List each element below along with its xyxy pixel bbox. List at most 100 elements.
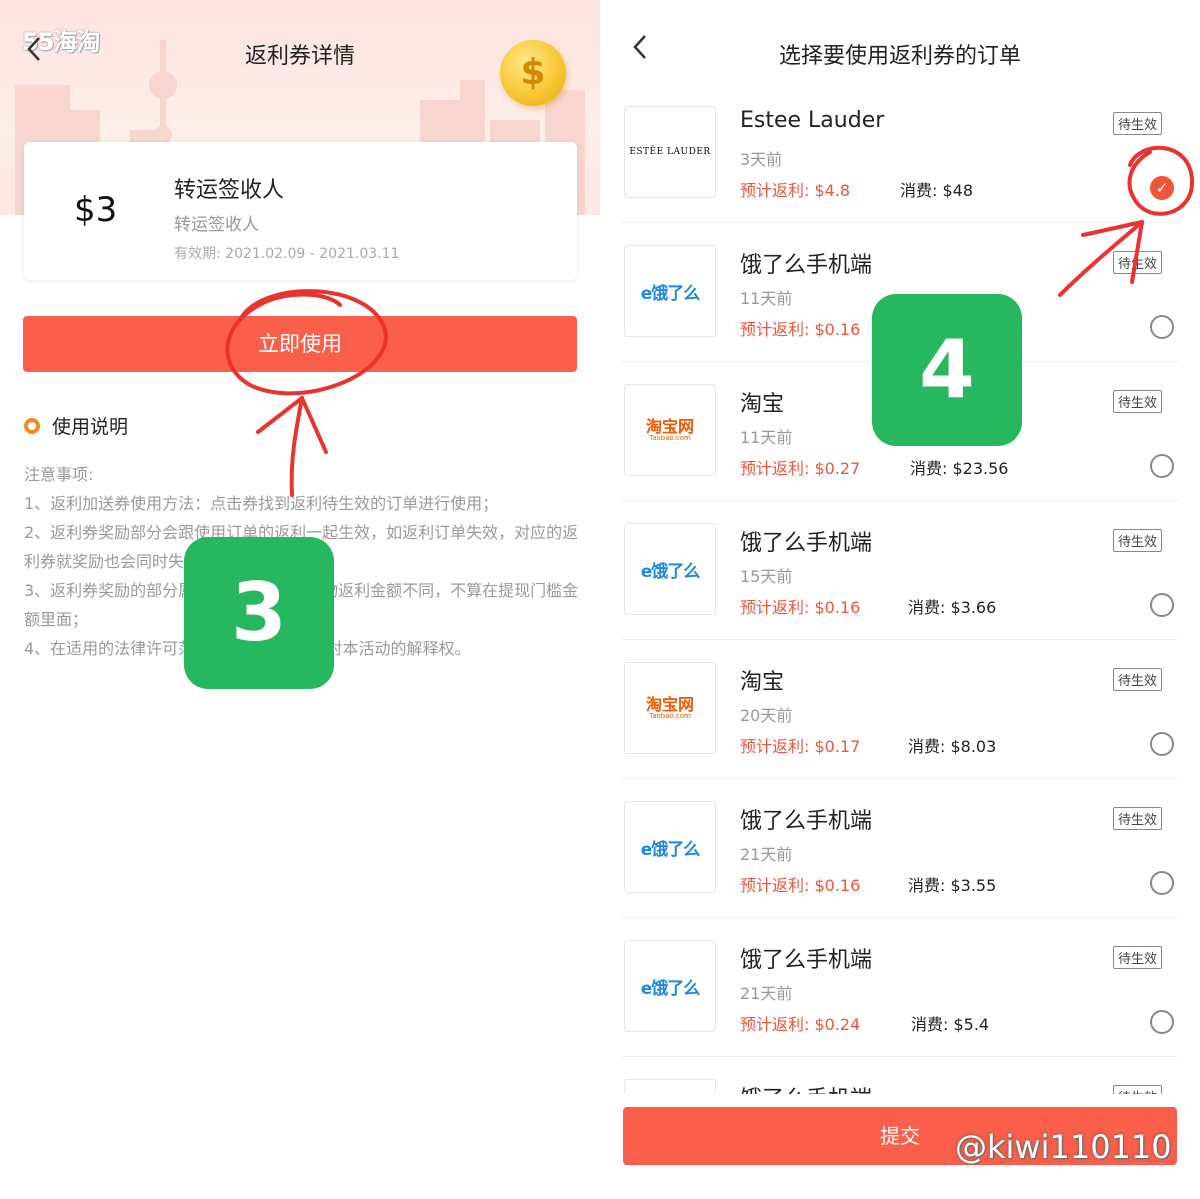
status-badge: 待生效 <box>1112 529 1162 552</box>
order-time: 21天前 <box>740 984 793 1003</box>
status-badge: 待生效 <box>1112 668 1162 691</box>
use-now-button[interactable]: 立即使用 <box>23 316 577 372</box>
coupon-subtitle: 转运签收人 <box>174 215 259 235</box>
eleme-logo: e饿了么 <box>640 978 701 999</box>
expected-rebate: 预计返利: $4.8 <box>740 177 850 201</box>
spend-value: $3.55 <box>950 876 997 895</box>
merchant-logo-thumb: e饿了么 <box>624 245 716 337</box>
rebate-value: $0.16 <box>814 320 861 339</box>
step-number-badge: 4 <box>872 294 1022 446</box>
order-list: ESTĒE LAUDER Estee Lauder 3天前预计返利: $4.8 消费:… <box>600 84 1200 1094</box>
taobao-logo: 淘宝网 Taobao.com <box>645 416 694 442</box>
merchant-logo-thumb: e饿了么 <box>624 523 716 615</box>
eleme-logo: e饿了么 <box>640 561 701 582</box>
order-row[interactable]: e饿了么 饿了么手机端 21天前 预计返利: $0.16 消费: $3.55 待生效 <box>622 779 1178 918</box>
select-order-screen: 选择要使用返利券的订单 ESTĒE LAUDER Estee Lauder 3天前预… <box>600 0 1200 1199</box>
expected-rebate: 预计返利: $0.27 <box>740 455 860 479</box>
unselected-radio[interactable] <box>1150 454 1174 478</box>
spend-label: 消费: <box>908 876 951 895</box>
coupon-amount: $3 <box>74 190 118 230</box>
status-badge: 待生效 <box>1112 251 1162 274</box>
merchant-name: 淘宝 <box>740 392 785 417</box>
check-icon: ✓ <box>1155 179 1169 197</box>
rebate-value: $4.8 <box>814 181 851 200</box>
instructions-header: 使用说明 <box>24 412 128 439</box>
rebate-value: $0.16 <box>814 598 861 617</box>
merchant-logo-thumb: e饿了么 <box>624 1079 716 1094</box>
rebate-value: $0.16 <box>814 876 861 895</box>
spend-value: $23.56 <box>952 459 1009 478</box>
status-badge: 待生效 <box>1112 1085 1162 1094</box>
step-number-badge: 3 <box>184 537 334 689</box>
status-badge: 待生效 <box>1112 390 1162 413</box>
spend-label: 消费: <box>908 737 951 756</box>
spend-value: $5.4 <box>953 1015 990 1034</box>
expected-rebate: 预计返利: $0.16 <box>740 594 860 618</box>
merchant-name: 饿了么手机端 <box>740 531 873 556</box>
merchant-name: 饿了么手机端 <box>740 809 873 834</box>
order-spend: 消费: $3.55 <box>908 872 996 896</box>
merchant-name: Estee Lauder <box>740 108 885 133</box>
rebate-label: 预计返利: <box>740 598 815 617</box>
order-time: 11天前 <box>740 428 793 447</box>
status-badge: 待生效 <box>1112 112 1162 135</box>
page-title: 选择要使用返利券的订单 <box>778 44 1021 69</box>
expected-rebate: 预计返利: $0.16 <box>740 316 860 340</box>
taobao-logo-sub: Taobao.com <box>649 711 691 720</box>
rebate-label: 预计返利: <box>740 459 815 478</box>
spend-label: 消费: <box>910 459 953 478</box>
merchant-name: 饿了么手机端 <box>740 948 873 973</box>
merchant-name: 饿了么手机端 <box>740 1081 872 1094</box>
coupon-validity: 有效期: 2021.02.09 - 2021.03.11 <box>174 246 400 262</box>
spend-label: 消费: <box>911 1015 954 1034</box>
taobao-logo-sub: Taobao.com <box>649 433 691 442</box>
taobao-logo-text: 淘宝网 <box>645 694 694 714</box>
ring-bullet-icon <box>24 417 40 434</box>
rebate-value: $0.24 <box>814 1015 861 1034</box>
unselected-radio[interactable] <box>1150 871 1174 895</box>
unselected-radio[interactable] <box>1150 315 1174 339</box>
spend-value: $48 <box>942 181 974 200</box>
order-row[interactable]: e饿了么饿了么手机端预计返利: 消费: 待生效 <box>622 1057 1178 1094</box>
order-spend: 消费: $48 <box>900 177 973 201</box>
eleme-logo: e饿了么 <box>640 839 701 860</box>
unselected-radio[interactable] <box>1150 732 1174 756</box>
order-time: 3天前 <box>740 150 783 169</box>
merchant-name: 淘宝 <box>740 670 785 695</box>
order-row[interactable]: ESTĒE LAUDER Estee Lauder 3天前预计返利: $4.8 消费:… <box>622 84 1178 223</box>
expected-rebate: 预计返利: $0.24 <box>740 1011 860 1035</box>
rebate-label: 预计返利: <box>740 181 815 200</box>
merchant-logo-thumb: e饿了么 <box>624 940 716 1032</box>
coin-icon: $ <box>500 40 566 106</box>
unselected-radio[interactable] <box>1150 1010 1174 1034</box>
merchant-logo-thumb: 淘宝网 Taobao.com <box>624 384 716 476</box>
rebate-label: 预计返利: <box>740 876 815 895</box>
spend-value: $8.03 <box>950 737 997 756</box>
rebate-label: 预计返利: <box>740 1015 815 1034</box>
taobao-logo-text: 淘宝网 <box>645 416 694 436</box>
note-line: 1、返利加送券使用方法：点击券找到返利待生效的订单进行使用； <box>24 494 499 513</box>
order-row[interactable]: 淘宝网 Taobao.com 淘宝 20天前 预计返利: $0.17 消费: $8.03 待… <box>622 640 1178 779</box>
merchant-logo-thumb: e饿了么 <box>624 801 716 893</box>
order-time: 21天前 <box>740 845 793 864</box>
rebate-label: 预计返利: <box>740 320 815 339</box>
unselected-radio[interactable] <box>1150 593 1174 617</box>
order-row[interactable]: e饿了么 饿了么手机端 21天前预计返利: $0.24 消费: $5.4 待生效 <box>622 918 1178 1057</box>
expected-rebate: 预计返利: $0.16 <box>740 872 860 896</box>
instructions-title: 使用说明 <box>52 416 129 438</box>
merchant-logo-thumb: ESTĒE LAUDER <box>624 106 716 198</box>
order-spend: 消费: $23.56 <box>910 455 1008 479</box>
merchant-name: 饿了么手机端 <box>740 253 873 278</box>
rebate-value: $0.17 <box>814 737 861 756</box>
note-line: 注意事项: <box>24 465 94 484</box>
order-spend: 消费: $5.4 <box>911 1011 989 1035</box>
merchant-logo-thumb: 淘宝网 Taobao.com <box>624 662 716 754</box>
coupon-title: 转运签收人 <box>174 178 285 203</box>
coupon-card[interactable]: $3 转运签收人 转运签收人 有效期: 2021.02.09 - 2021.03… <box>24 142 577 280</box>
status-badge: 待生效 <box>1112 946 1162 969</box>
selected-radio[interactable]: ✓ <box>1150 176 1174 200</box>
rebate-label: 预计返利: <box>740 737 815 756</box>
spend-value: $3.66 <box>950 598 997 617</box>
expected-rebate: 预计返利: $0.17 <box>740 733 860 757</box>
order-row[interactable]: e饿了么 饿了么手机端 15天前 预计返利: $0.16 消费: $3.66 待生效 <box>622 501 1178 640</box>
